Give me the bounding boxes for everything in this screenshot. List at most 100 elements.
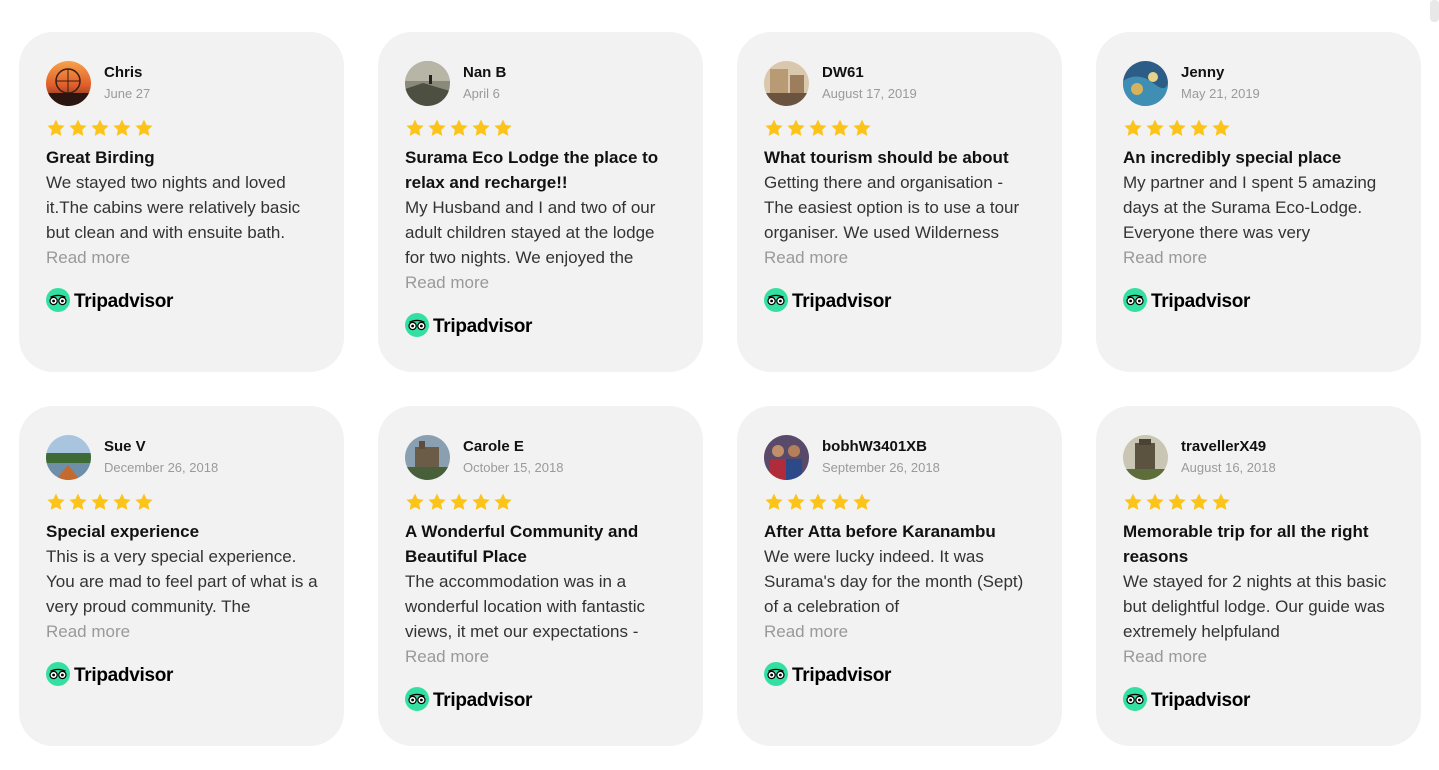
brand-name: Tripadvisor: [1151, 690, 1251, 711]
reviewer-info: DW61 August 17, 2019: [822, 64, 917, 102]
review-title: An incredibly special place: [1123, 148, 1342, 167]
reviewer-info: Carole E October 15, 2018: [463, 438, 563, 476]
review-header: Chris June 27: [46, 60, 318, 106]
tripadvisor-owl-icon: [46, 661, 70, 691]
review-date: December 26, 2018: [104, 460, 219, 475]
review-title: Memorable trip for all the right reasons: [1123, 522, 1369, 566]
tripadvisor-link[interactable]: Tripadvisor: [1123, 287, 1395, 317]
review-card: DW61 August 17, 2019 What tourism should b…: [737, 32, 1062, 372]
reviewer-name: bobhW3401XB: [822, 438, 928, 455]
scrollbar[interactable]: [1430, 0, 1439, 22]
review-text: We stayed two nights and loved it.The ca…: [46, 173, 301, 242]
avatar: [405, 434, 450, 480]
read-more-link[interactable]: Read more: [405, 644, 677, 669]
star-icon: [494, 493, 512, 510]
review-card: Chris June 27 Great Birding We stayed two n…: [19, 32, 344, 372]
tripadvisor-link[interactable]: Tripadvisor: [46, 661, 318, 691]
review-date: May 21, 2019: [1181, 86, 1260, 101]
review-header: Sue V December 26, 2018: [46, 434, 318, 480]
tripadvisor-link[interactable]: Tripadvisor: [46, 287, 318, 317]
tripadvisor-link[interactable]: Tripadvisor: [405, 686, 677, 716]
avatar: [46, 60, 91, 106]
review-text: My Husband and I and two of our adult ch…: [405, 198, 656, 267]
review-title: A Wonderful Community and Beautiful Plac…: [405, 522, 639, 566]
review-card: Nan B April 6 Surama Eco Lodge the place t…: [378, 32, 703, 372]
star-icon: [472, 493, 490, 510]
star-icon: [787, 493, 805, 510]
star-icon: [69, 493, 87, 510]
star-icon: [428, 119, 446, 136]
read-more-link[interactable]: Read more: [46, 619, 318, 644]
reviewer-name: Chris: [104, 64, 143, 81]
star-icon: [809, 493, 827, 510]
star-rating: [405, 118, 677, 138]
tripadvisor-link[interactable]: Tripadvisor: [764, 661, 1036, 689]
review-title: After Atta before Karanambu: [764, 522, 996, 541]
reviewer-name: travellerX49: [1181, 438, 1267, 455]
review-text: We were lucky indeed. It was Surama's da…: [764, 547, 1024, 616]
reviewer-name: Carole E: [463, 438, 524, 455]
read-more-link[interactable]: Read more: [1123, 644, 1395, 669]
star-icon: [113, 119, 131, 136]
tripadvisor-link[interactable]: Tripadvisor: [405, 312, 677, 340]
review-card: Sue V December 26, 2018 Special experience…: [19, 406, 344, 746]
star-icon: [1190, 493, 1208, 510]
star-icon: [472, 119, 490, 136]
read-more-link[interactable]: Read more: [405, 270, 677, 295]
review-card: Jenny May 21, 2019 An incredibly special p…: [1096, 32, 1421, 372]
review-date: April 6: [463, 86, 500, 101]
tripadvisor-owl-icon: [1123, 287, 1147, 317]
review-text: My partner and I spent 5 amazing days at…: [1123, 173, 1377, 242]
review-title: Special experience: [46, 522, 200, 541]
star-rating: [764, 118, 1036, 138]
brand-name: Tripadvisor: [433, 316, 533, 337]
star-icon: [47, 493, 65, 510]
read-more-link[interactable]: Read more: [1123, 245, 1395, 270]
star-icon: [91, 119, 109, 136]
review-header: Nan B April 6: [405, 60, 677, 106]
review-header: bobhW3401XB September 26, 2018: [764, 434, 1036, 480]
reviews-grid: Chris June 27 Great Birding We stayed two n…: [19, 32, 1421, 746]
avatar: [1123, 60, 1168, 106]
tripadvisor-owl-icon: [405, 686, 429, 716]
reviewer-info: Chris June 27: [104, 64, 150, 102]
star-icon: [853, 119, 871, 136]
avatar: [764, 434, 809, 480]
star-icon: [831, 119, 849, 136]
avatar: [405, 60, 450, 106]
review-text: This is a very special experience. You a…: [46, 547, 318, 616]
tripadvisor-link[interactable]: Tripadvisor: [1123, 686, 1395, 716]
review-text: We stayed for 2 nights at this basic but…: [1123, 572, 1387, 641]
star-rating: [46, 118, 318, 138]
review-title: Great Birding: [46, 148, 155, 167]
star-icon: [1212, 119, 1230, 136]
read-more-link[interactable]: Read more: [764, 619, 1036, 644]
review-date: August 17, 2019: [822, 86, 917, 101]
review-date: October 15, 2018: [463, 460, 564, 475]
brand-name: Tripadvisor: [792, 291, 892, 312]
brand-name: Tripadvisor: [74, 665, 174, 686]
tripadvisor-owl-icon: [46, 287, 70, 317]
star-icon: [1146, 493, 1164, 510]
star-icon: [809, 119, 827, 136]
star-icon: [494, 119, 512, 136]
review-date: August 16, 2018: [1181, 460, 1276, 475]
tripadvisor-owl-icon: [764, 287, 788, 317]
reviewer-name: DW61: [822, 64, 864, 81]
tripadvisor-link[interactable]: Tripadvisor: [764, 287, 1036, 317]
review-header: Jenny May 21, 2019: [1123, 60, 1395, 106]
star-icon: [1190, 119, 1208, 136]
star-icon: [91, 493, 109, 510]
star-icon: [428, 493, 446, 510]
tripadvisor-owl-icon: [1123, 686, 1147, 716]
star-icon: [1212, 493, 1230, 510]
star-icon: [450, 493, 468, 510]
reviewer-info: Nan B April 6: [463, 64, 506, 102]
reviewer-info: Sue V December 26, 2018: [104, 438, 218, 476]
star-icon: [113, 493, 131, 510]
review-header: Carole E October 15, 2018: [405, 434, 677, 480]
star-rating: [1123, 118, 1395, 138]
read-more-link[interactable]: Read more: [764, 245, 1036, 270]
read-more-link[interactable]: Read more: [46, 245, 318, 270]
star-icon: [135, 493, 153, 510]
